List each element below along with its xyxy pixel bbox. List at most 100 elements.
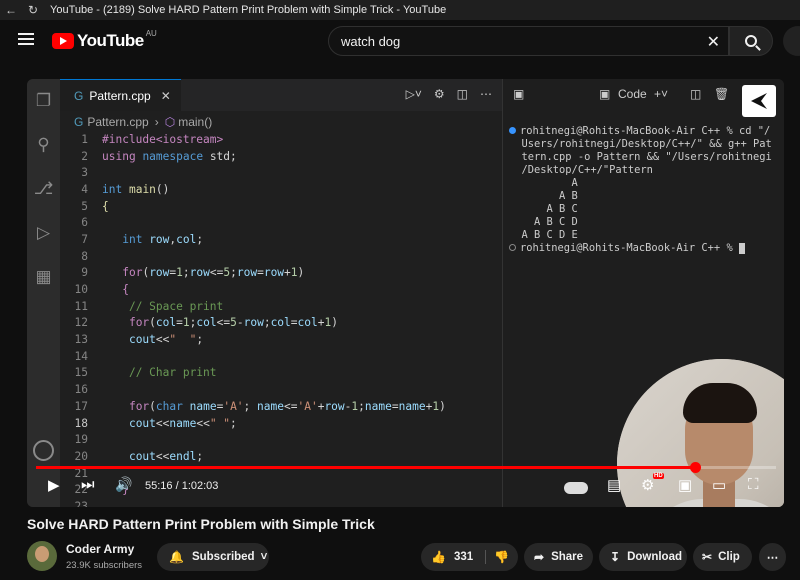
code-line[interactable]: 11 // Space print: [60, 298, 502, 315]
search-input[interactable]: watch dog ✕: [328, 26, 729, 56]
terminal-line: Users/rohitnegi/Desktop/C++/" && g++ Pat: [509, 138, 772, 151]
breadcrumb-file[interactable]: Pattern.cpp: [87, 115, 148, 129]
search-button[interactable]: [729, 26, 773, 56]
more-options-button[interactable]: ⋯: [759, 543, 786, 571]
youtube-header: YouTube AU watch dog ✕: [0, 20, 800, 64]
volume-icon[interactable]: 🔊: [115, 476, 132, 493]
breadcrumb-symbol[interactable]: main(): [178, 115, 212, 129]
code-line[interactable]: 13 cout<<" ";: [60, 331, 502, 348]
cpp-file-icon: G: [74, 115, 84, 129]
line-number: 4: [81, 182, 88, 196]
close-tab-icon[interactable]: ✕: [161, 89, 171, 103]
video-player[interactable]: ❐ ⚲ ⎇ ▷ ▦ G Pattern.cpp ✕ ▷˅ ⚙ ◫ ⋯ G Pat…: [27, 79, 784, 507]
terminal-prompt: rohitnegi@Rohits-MacBook-Air C++ %: [520, 242, 739, 254]
terminal-tab-icon[interactable]: ▣: [513, 87, 524, 101]
new-terminal-icon[interactable]: +˅: [654, 87, 668, 101]
play-icon[interactable]: ▶: [48, 476, 60, 494]
code-line[interactable]: 12 for(col=1;col<=5-row;col=col+1): [60, 315, 502, 332]
share-label: Share: [551, 551, 584, 563]
run-debug-icon[interactable]: ▷: [27, 211, 60, 255]
code-line[interactable]: 4 int main(): [60, 181, 502, 198]
terminal-line: A: [509, 177, 772, 190]
player-controls: ▶ ⏭ 🔊 55:16 / 1:02:03 ▤ ⚙ HD ▣ ▭ ⛶: [27, 472, 784, 504]
channel-avatar[interactable]: [27, 541, 57, 571]
menu-icon[interactable]: [18, 33, 34, 45]
channel-name[interactable]: Coder Army: [66, 542, 134, 556]
run-icon[interactable]: ▷˅: [406, 87, 422, 101]
browser-titlebar: ← ↻ YouTube - (2189) Solve HARD Pattern …: [0, 0, 800, 20]
search-icon[interactable]: ⚲: [27, 123, 60, 167]
source-control-icon[interactable]: ⎇: [27, 167, 60, 211]
reload-icon[interactable]: ↻: [22, 3, 44, 17]
terminal-line: A B C D: [509, 216, 772, 229]
voice-search-button[interactable]: [783, 26, 800, 56]
code-line[interactable]: 2 using namespace std;: [60, 148, 502, 165]
like-icon[interactable]: 👍: [431, 550, 446, 564]
code-line[interactable]: 16: [60, 381, 502, 398]
code-text: cout<<endl;: [128, 449, 204, 463]
split-editor-icon[interactable]: ◫: [457, 87, 468, 101]
code-editor: G Pattern.cpp ✕ ▷˅ ⚙ ◫ ⋯ G Pattern.cpp ›…: [60, 79, 532, 507]
code-line[interactable]: 10 {: [60, 281, 502, 298]
code-line[interactable]: 5{: [60, 198, 502, 215]
split-terminal-icon[interactable]: ◫: [690, 87, 701, 101]
terminal-text: A B C D: [521, 216, 578, 228]
line-number: 20: [74, 449, 88, 463]
code-line[interactable]: 19: [60, 431, 502, 448]
autoplay-toggle[interactable]: [564, 482, 588, 494]
cpp-file-icon: G: [74, 88, 84, 103]
back-arrow-icon[interactable]: ←: [0, 3, 22, 17]
settings-icon[interactable]: ⚙: [641, 476, 654, 494]
terminal-label[interactable]: Code: [618, 87, 647, 101]
trash-icon[interactable]: 🗑: [714, 87, 729, 101]
extensions-icon[interactable]: ▦: [27, 255, 60, 299]
command-success-icon: [509, 127, 516, 134]
account-icon[interactable]: [33, 440, 54, 461]
code-line[interactable]: 9 for(row=1;row<=5;row=row+1): [60, 265, 502, 282]
next-video-icon[interactable]: ⏭: [81, 476, 95, 493]
code-line[interactable]: 7 int row,col;: [60, 231, 502, 248]
editor-tab[interactable]: G Pattern.cpp ✕: [60, 79, 181, 111]
code-line[interactable]: 8: [60, 248, 502, 265]
like-count[interactable]: 331: [454, 551, 473, 563]
code-text: int main(): [102, 182, 170, 196]
code-line[interactable]: 18 cout<<name<<" ";: [60, 415, 502, 432]
code-area[interactable]: 1 #include<iostream> 2 using namespace std;…: [60, 131, 502, 507]
download-button[interactable]: ↧ Download: [599, 543, 687, 571]
editor-actions: ▷˅ ⚙ ◫ ⋯: [406, 87, 492, 101]
subtitles-icon[interactable]: ▤: [607, 476, 621, 494]
video-progress-bar[interactable]: [36, 462, 776, 473]
terminal-line: tern.cpp -o Pattern && "/Users/rohitnegi: [509, 151, 772, 164]
dislike-icon[interactable]: 👎: [485, 550, 509, 564]
line-number: 9: [81, 266, 88, 280]
terminal-output[interactable]: rohitnegi@Rohits-MacBook-Air C++ % cd "/…: [509, 125, 772, 255]
fullscreen-icon[interactable]: ⛶: [748, 476, 759, 493]
channel-watermark-icon[interactable]: [742, 85, 776, 117]
subscribed-button[interactable]: 🔔 Subscribed ˅: [157, 543, 269, 571]
code-line[interactable]: 3: [60, 164, 502, 181]
code-line[interactable]: 1 #include<iostream>: [60, 131, 502, 148]
terminal-line: A B: [509, 190, 772, 203]
terminal-prompt-line[interactable]: rohitnegi@Rohits-MacBook-Air C++ %: [509, 242, 772, 255]
logo-text: YouTube: [77, 31, 144, 50]
region-code: AU: [145, 29, 157, 38]
vscode-activity-bar: ❐ ⚲ ⎇ ▷ ▦: [27, 79, 60, 507]
code-line[interactable]: 17 for(char name='A'; name<='A'+row-1;na…: [60, 398, 502, 415]
breadcrumb: G Pattern.cpp › ⬡ main(): [60, 111, 502, 133]
settings-gear-icon[interactable]: ⚙: [434, 87, 445, 101]
share-button[interactable]: ➦ Share: [524, 543, 593, 571]
code-line[interactable]: 20 cout<<endl;: [60, 448, 502, 465]
more-actions-icon[interactable]: ⋯: [480, 87, 492, 101]
code-text: {: [102, 199, 109, 213]
clear-search-icon[interactable]: ✕: [707, 32, 720, 52]
code-line[interactable]: 14: [60, 348, 502, 365]
clip-button[interactable]: ✂ Clip: [693, 543, 752, 571]
youtube-logo[interactable]: YouTube AU: [52, 29, 157, 51]
theater-mode-icon[interactable]: ▭: [712, 476, 726, 494]
code-line[interactable]: 15 // Char print: [60, 365, 502, 382]
explorer-icon[interactable]: ❐: [27, 79, 60, 123]
code-text: using namespace std;: [102, 149, 237, 163]
code-line[interactable]: 6: [60, 214, 502, 231]
miniplayer-icon[interactable]: ▣: [678, 476, 692, 494]
code-text: int row,col;: [122, 232, 204, 246]
